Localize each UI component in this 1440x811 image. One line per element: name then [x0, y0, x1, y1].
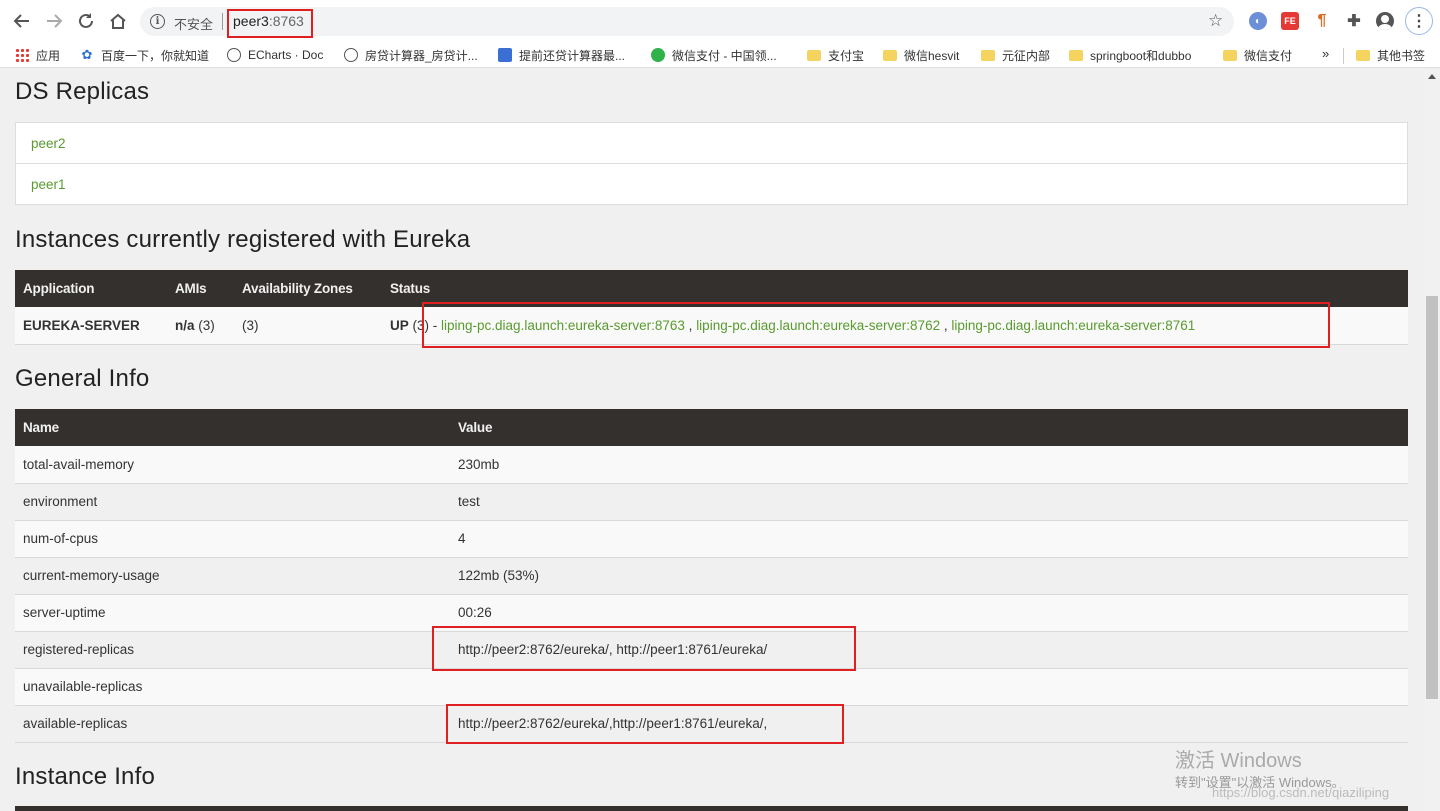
- amis-cell: n/a (3): [167, 307, 234, 345]
- bookmark-mortgage-calc[interactable]: 房贷计算器_房贷计...: [344, 46, 478, 64]
- bookmarks-bar: 应用 ✿ 百度一下，你就知道 ECharts · Doc 房贷计算器_房贷计...…: [0, 42, 1440, 68]
- folder-icon: [883, 49, 897, 61]
- scrollbar-thumb[interactable]: [1426, 296, 1438, 699]
- forward-icon[interactable]: [43, 10, 65, 32]
- extension-compass-icon[interactable]: ◐: [1249, 12, 1267, 30]
- info-name: server-uptime: [15, 594, 450, 632]
- folder-icon: [1356, 49, 1370, 61]
- home-icon[interactable]: [107, 10, 129, 32]
- bookmark-wechat-pay-cn[interactable]: 微信支付 - 中国领...: [651, 46, 777, 64]
- url-highlight-box: [227, 9, 313, 38]
- amis-value: n/a: [175, 317, 195, 333]
- apps-icon: [15, 48, 29, 62]
- instances-title: Instances currently registered with Eure…: [15, 226, 471, 253]
- info-value: 4: [450, 520, 1408, 558]
- info-name: environment: [15, 483, 450, 521]
- zones-cell: (3): [234, 307, 382, 345]
- info-value: [450, 668, 1408, 706]
- security-label[interactable]: 不安全: [174, 14, 213, 33]
- bookmark-wechat-pay[interactable]: 微信支付: [1223, 46, 1292, 64]
- info-name: num-of-cpus: [15, 520, 450, 558]
- browser-menu-icon[interactable]: ⋮: [1405, 7, 1433, 35]
- star-icon[interactable]: ☆: [1208, 11, 1223, 31]
- table-row: num-of-cpus 4: [15, 520, 1408, 558]
- info-value: 122mb (53%): [450, 557, 1408, 595]
- paw-icon: ✿: [81, 47, 93, 62]
- bookmark-wechat-hesvit[interactable]: 微信hesvit: [883, 46, 959, 64]
- blog-watermark: https://blog.csdn.net/qiaziliping: [1212, 785, 1390, 800]
- wechat-icon: [651, 48, 665, 62]
- ds-replicas-title: DS Replicas: [15, 78, 150, 105]
- extension-paragraph-icon[interactable]: ¶: [1313, 12, 1331, 30]
- back-icon[interactable]: [11, 10, 33, 32]
- available-replicas-highlight-box: [446, 704, 844, 744]
- bookmark-springboot-dubbo[interactable]: springboot和dubbo: [1069, 46, 1191, 64]
- info-name: current-memory-usage: [15, 557, 450, 595]
- table-row: current-memory-usage 122mb (53%): [15, 557, 1408, 595]
- info-name: total-avail-memory: [15, 446, 450, 484]
- extensions-puzzle-icon[interactable]: ✚: [1345, 12, 1363, 30]
- bookmarks-more-icon[interactable]: »: [1322, 46, 1329, 61]
- globe-icon: [344, 48, 358, 62]
- status-up: UP: [390, 317, 409, 333]
- info-name: available-replicas: [15, 705, 450, 743]
- general-info-title: General Info: [15, 365, 150, 392]
- reload-icon[interactable]: [75, 10, 97, 32]
- column-header-name: Name: [15, 409, 450, 446]
- folder-icon: [981, 49, 995, 61]
- browser-toolbar: i 不安全 peer3:8763 ☆ ◐ FE ¶ ✚ ⋮: [0, 0, 1440, 42]
- bookmarks-divider: [1343, 48, 1344, 64]
- status-highlight-box: [422, 302, 1330, 348]
- table-row: total-avail-memory 230mb: [15, 446, 1408, 484]
- bookmark-prepay-calc[interactable]: 提前还贷计算器最...: [498, 46, 625, 64]
- folder-icon: [1223, 49, 1237, 61]
- profile-avatar-icon[interactable]: [1376, 12, 1394, 30]
- globe-icon: [227, 48, 241, 62]
- bookmark-other[interactable]: 其他书签: [1356, 46, 1425, 64]
- address-separator: [222, 13, 223, 30]
- bookmark-apps[interactable]: 应用: [15, 46, 60, 64]
- table-header-row: Name Value: [15, 409, 1408, 446]
- column-header-amis: AMIs: [167, 270, 234, 307]
- info-name: unavailable-replicas: [15, 668, 450, 706]
- bookmark-echarts[interactable]: ECharts · Doc: [227, 46, 323, 64]
- bookmark-alipay[interactable]: 支付宝: [807, 46, 864, 64]
- instance-info-table-header: [15, 806, 1408, 811]
- column-header-application: Application: [15, 270, 167, 307]
- bookmark-blue-icon: [498, 48, 512, 62]
- bookmark-baidu[interactable]: ✿ 百度一下，你就知道: [80, 46, 209, 64]
- table-row: unavailable-replicas: [15, 668, 1408, 706]
- registered-replicas-highlight-box: [432, 626, 856, 671]
- info-name: registered-replicas: [15, 631, 450, 669]
- activate-windows-title: 激活 Windows: [1175, 750, 1302, 772]
- column-header-zones: Availability Zones: [234, 270, 382, 307]
- table-row: environment test: [15, 483, 1408, 521]
- general-info-table: Name Value total-avail-memory 230mb envir…: [15, 409, 1408, 743]
- bookmark-internal[interactable]: 元征内部: [981, 46, 1050, 64]
- ds-replicas-list: peer2 peer1: [15, 122, 1408, 205]
- info-icon[interactable]: i: [150, 14, 165, 29]
- amis-count: (3): [194, 317, 215, 333]
- info-value: 230mb: [450, 446, 1408, 484]
- folder-icon: [1069, 49, 1083, 61]
- page-content: DS Replicas peer2 peer1 Instances curren…: [0, 69, 1424, 811]
- instance-info-title: Instance Info: [15, 763, 156, 790]
- application-name: EUREKA-SERVER: [15, 307, 167, 345]
- info-value: test: [450, 483, 1408, 521]
- replica-link-peer2[interactable]: peer2: [16, 123, 1407, 164]
- replica-link-peer1[interactable]: peer1: [16, 164, 1407, 205]
- page-scrollbar[interactable]: [1424, 69, 1440, 811]
- scroll-up-icon[interactable]: [1428, 74, 1436, 79]
- extension-fe-icon[interactable]: FE: [1281, 12, 1299, 30]
- folder-icon: [807, 49, 821, 61]
- column-header-value: Value: [450, 409, 1408, 446]
